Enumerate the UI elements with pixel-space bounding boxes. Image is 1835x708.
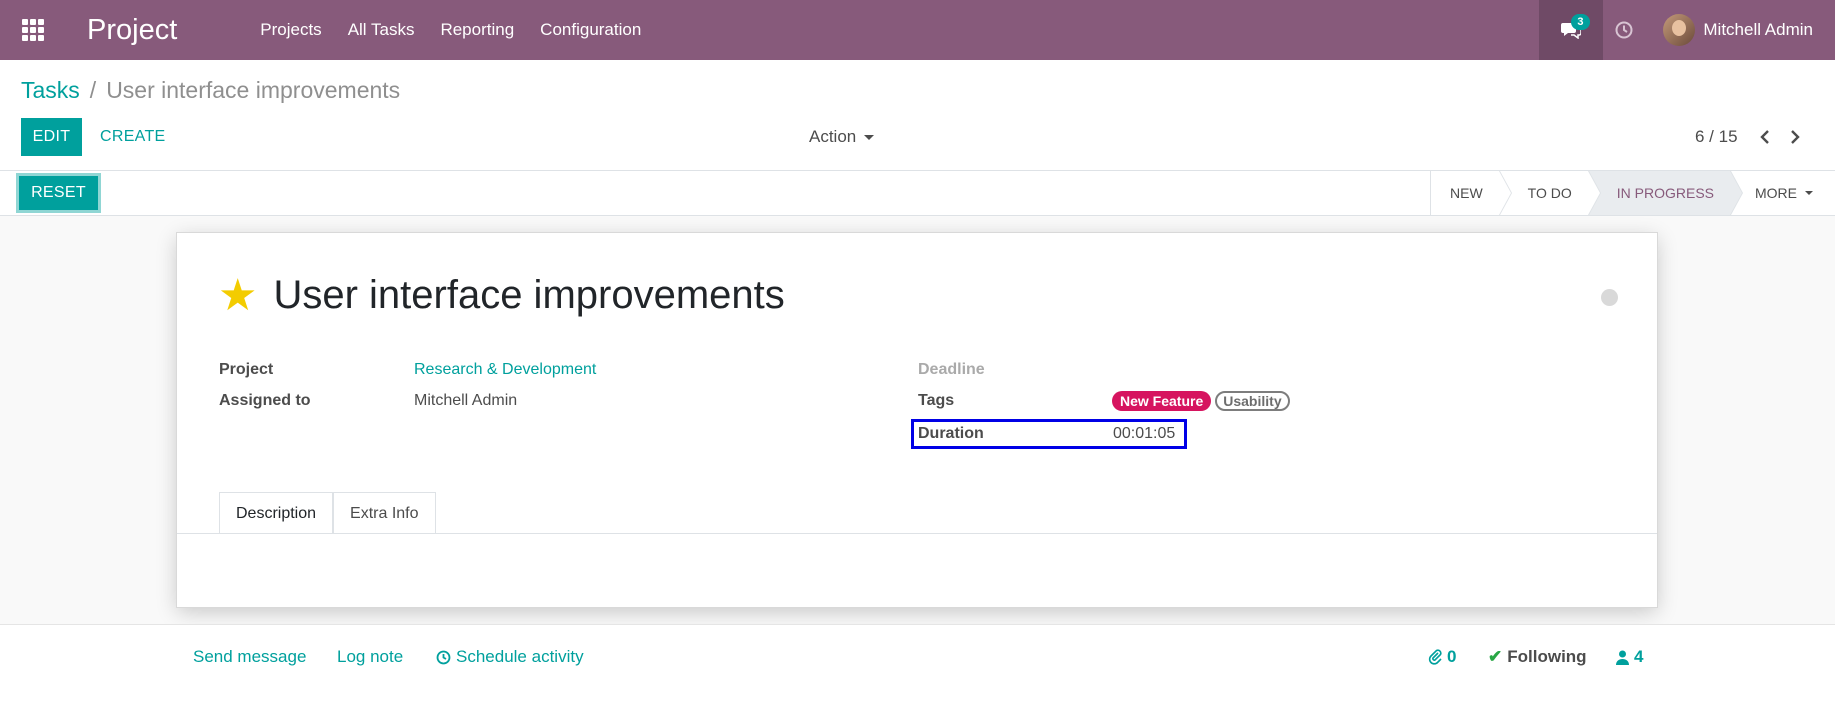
pager-previous-button[interactable] bbox=[1750, 118, 1780, 156]
breadcrumb-current: User interface improvements bbox=[106, 77, 401, 103]
followers-count: 4 bbox=[1634, 647, 1644, 666]
pager-next-button[interactable] bbox=[1780, 118, 1810, 156]
caret-down-icon bbox=[1805, 191, 1813, 195]
duration-value: 00:01:05 bbox=[1113, 425, 1176, 442]
schedule-activity-button[interactable]: Schedule activity bbox=[436, 647, 584, 667]
more-label: MORE bbox=[1755, 185, 1797, 201]
tag-badge: Usability bbox=[1215, 391, 1290, 411]
log-note-button[interactable]: Log note bbox=[337, 647, 403, 667]
clock-icon bbox=[436, 650, 451, 664]
stage-to-do[interactable]: TO DO bbox=[1498, 171, 1601, 215]
kanban-state-icon[interactable] bbox=[1601, 289, 1618, 306]
attachments-button[interactable]: 0 bbox=[1428, 647, 1456, 667]
stage-label: TO DO bbox=[1527, 185, 1572, 201]
send-message-button[interactable]: Send message bbox=[193, 647, 306, 667]
action-label: Action bbox=[809, 127, 857, 146]
assigned-to-label: Assigned to bbox=[219, 392, 311, 409]
deadline-label: Deadline bbox=[918, 361, 985, 378]
user-name: Mitchell Admin bbox=[1703, 20, 1813, 39]
chat-count-badge: 3 bbox=[1571, 14, 1590, 30]
messaging-button[interactable]: 3 bbox=[1539, 0, 1604, 60]
action-dropdown[interactable]: Action bbox=[809, 118, 875, 156]
stage-in-progress[interactable]: IN PROGRESS bbox=[1587, 171, 1743, 215]
app-brand[interactable]: Project bbox=[66, 14, 247, 47]
tags-label: Tags bbox=[918, 392, 955, 409]
top-navbar: Project Projects All Tasks Reporting Con… bbox=[0, 0, 1835, 60]
activities-button[interactable] bbox=[1603, 0, 1645, 60]
breadcrumb-tasks-link[interactable]: Tasks bbox=[21, 77, 80, 104]
edit-button[interactable]: EDIT bbox=[21, 118, 82, 156]
caret-down-icon bbox=[864, 134, 875, 140]
attachments-count: 0 bbox=[1447, 647, 1457, 666]
breadcrumb-separator: / bbox=[89, 77, 97, 103]
assigned-to-value[interactable]: Mitchell Admin bbox=[414, 392, 517, 410]
tags-field[interactable]: New Feature Usability bbox=[1112, 391, 1294, 411]
chevron-left-icon bbox=[1759, 130, 1769, 144]
reset-button[interactable]: RESET bbox=[16, 173, 101, 213]
chatter: Send message Log note Schedule activity … bbox=[0, 624, 1835, 708]
following-label: Following bbox=[1507, 647, 1587, 666]
stage-selector: NEW TO DO IN PROGRESS MORE bbox=[1430, 171, 1835, 215]
check-icon: ✔ bbox=[1488, 647, 1503, 666]
stage-label: IN PROGRESS bbox=[1616, 185, 1714, 201]
stage-more-dropdown[interactable]: MORE bbox=[1730, 171, 1835, 215]
duration-label: Duration bbox=[918, 425, 984, 442]
breadcrumb: Tasks / User interface improvements bbox=[21, 77, 400, 104]
apps-menu-icon[interactable] bbox=[0, 0, 66, 60]
schedule-activity-label: Schedule activity bbox=[456, 647, 584, 666]
tab-extra-info[interactable]: Extra Info bbox=[333, 492, 436, 534]
user-icon bbox=[1616, 650, 1629, 665]
menu-projects[interactable]: Projects bbox=[247, 0, 334, 60]
menu-configuration[interactable]: Configuration bbox=[527, 0, 654, 60]
stage-new[interactable]: NEW bbox=[1430, 171, 1512, 215]
paperclip-icon bbox=[1428, 649, 1442, 665]
clock-icon bbox=[1615, 21, 1633, 39]
notebook-tabs: Description Extra Info bbox=[219, 492, 436, 534]
user-menu[interactable]: Mitchell Admin bbox=[1645, 0, 1835, 60]
followers-button[interactable]: 4 bbox=[1616, 647, 1643, 667]
form-sheet: ★ User interface improvements Project Re… bbox=[176, 232, 1658, 608]
stage-label: NEW bbox=[1450, 185, 1483, 201]
pager: 6 / 15 bbox=[1695, 118, 1810, 156]
title-row: ★ User interface improvements bbox=[218, 273, 785, 318]
project-link[interactable]: Research & Development bbox=[414, 361, 596, 379]
task-title: User interface improvements bbox=[273, 273, 785, 317]
create-button[interactable]: CREATE bbox=[94, 118, 172, 156]
following-button[interactable]: ✔ Following bbox=[1488, 647, 1587, 667]
chevron-right-icon bbox=[1790, 130, 1800, 144]
avatar bbox=[1663, 14, 1696, 46]
pager-value[interactable]: 6 / 15 bbox=[1695, 127, 1738, 147]
status-bar: RESET NEW TO DO IN PROGRESS MORE bbox=[0, 170, 1835, 216]
tab-description[interactable]: Description bbox=[219, 492, 334, 534]
tag-badge: New Feature bbox=[1112, 391, 1212, 411]
menu-reporting[interactable]: Reporting bbox=[427, 0, 527, 60]
menu-all-tasks[interactable]: All Tasks bbox=[335, 0, 428, 60]
project-label: Project bbox=[219, 361, 274, 378]
star-icon[interactable]: ★ bbox=[218, 273, 257, 318]
tabs-divider bbox=[177, 533, 1657, 534]
